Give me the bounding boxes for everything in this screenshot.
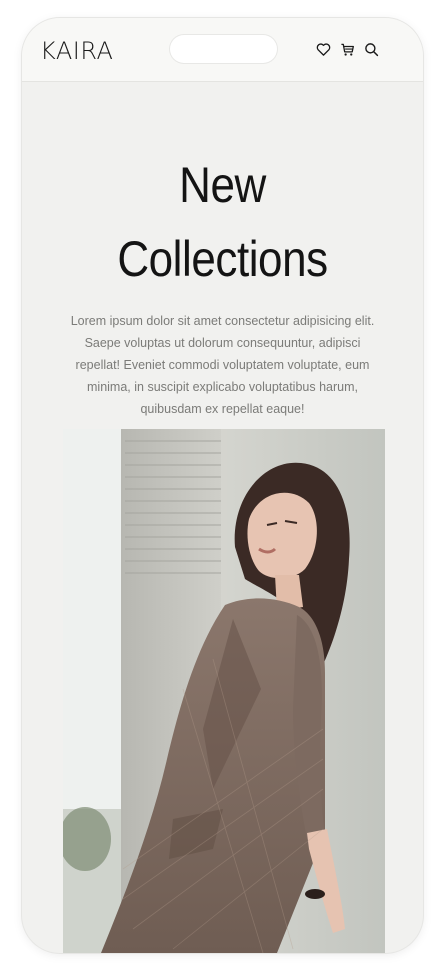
heart-icon[interactable] (316, 42, 331, 57)
search-icon[interactable] (364, 42, 379, 57)
model-photo-illustration (63, 429, 385, 953)
brand-logo[interactable]: KAIRA (40, 34, 113, 68)
dynamic-island (170, 35, 277, 63)
phone-frame: KAIRA New Collections Lorem ipsum dolor … (22, 18, 423, 953)
hero-title-line-2: Collections (117, 231, 328, 287)
hero-title-line-1: New (179, 157, 266, 213)
cart-icon[interactable] (340, 42, 355, 57)
nav-icon-group (316, 42, 379, 57)
hero-image (63, 429, 385, 953)
hero-title: New Collections (46, 148, 399, 296)
hero-description: Lorem ipsum dolor sit amet consectetur a… (70, 314, 375, 416)
